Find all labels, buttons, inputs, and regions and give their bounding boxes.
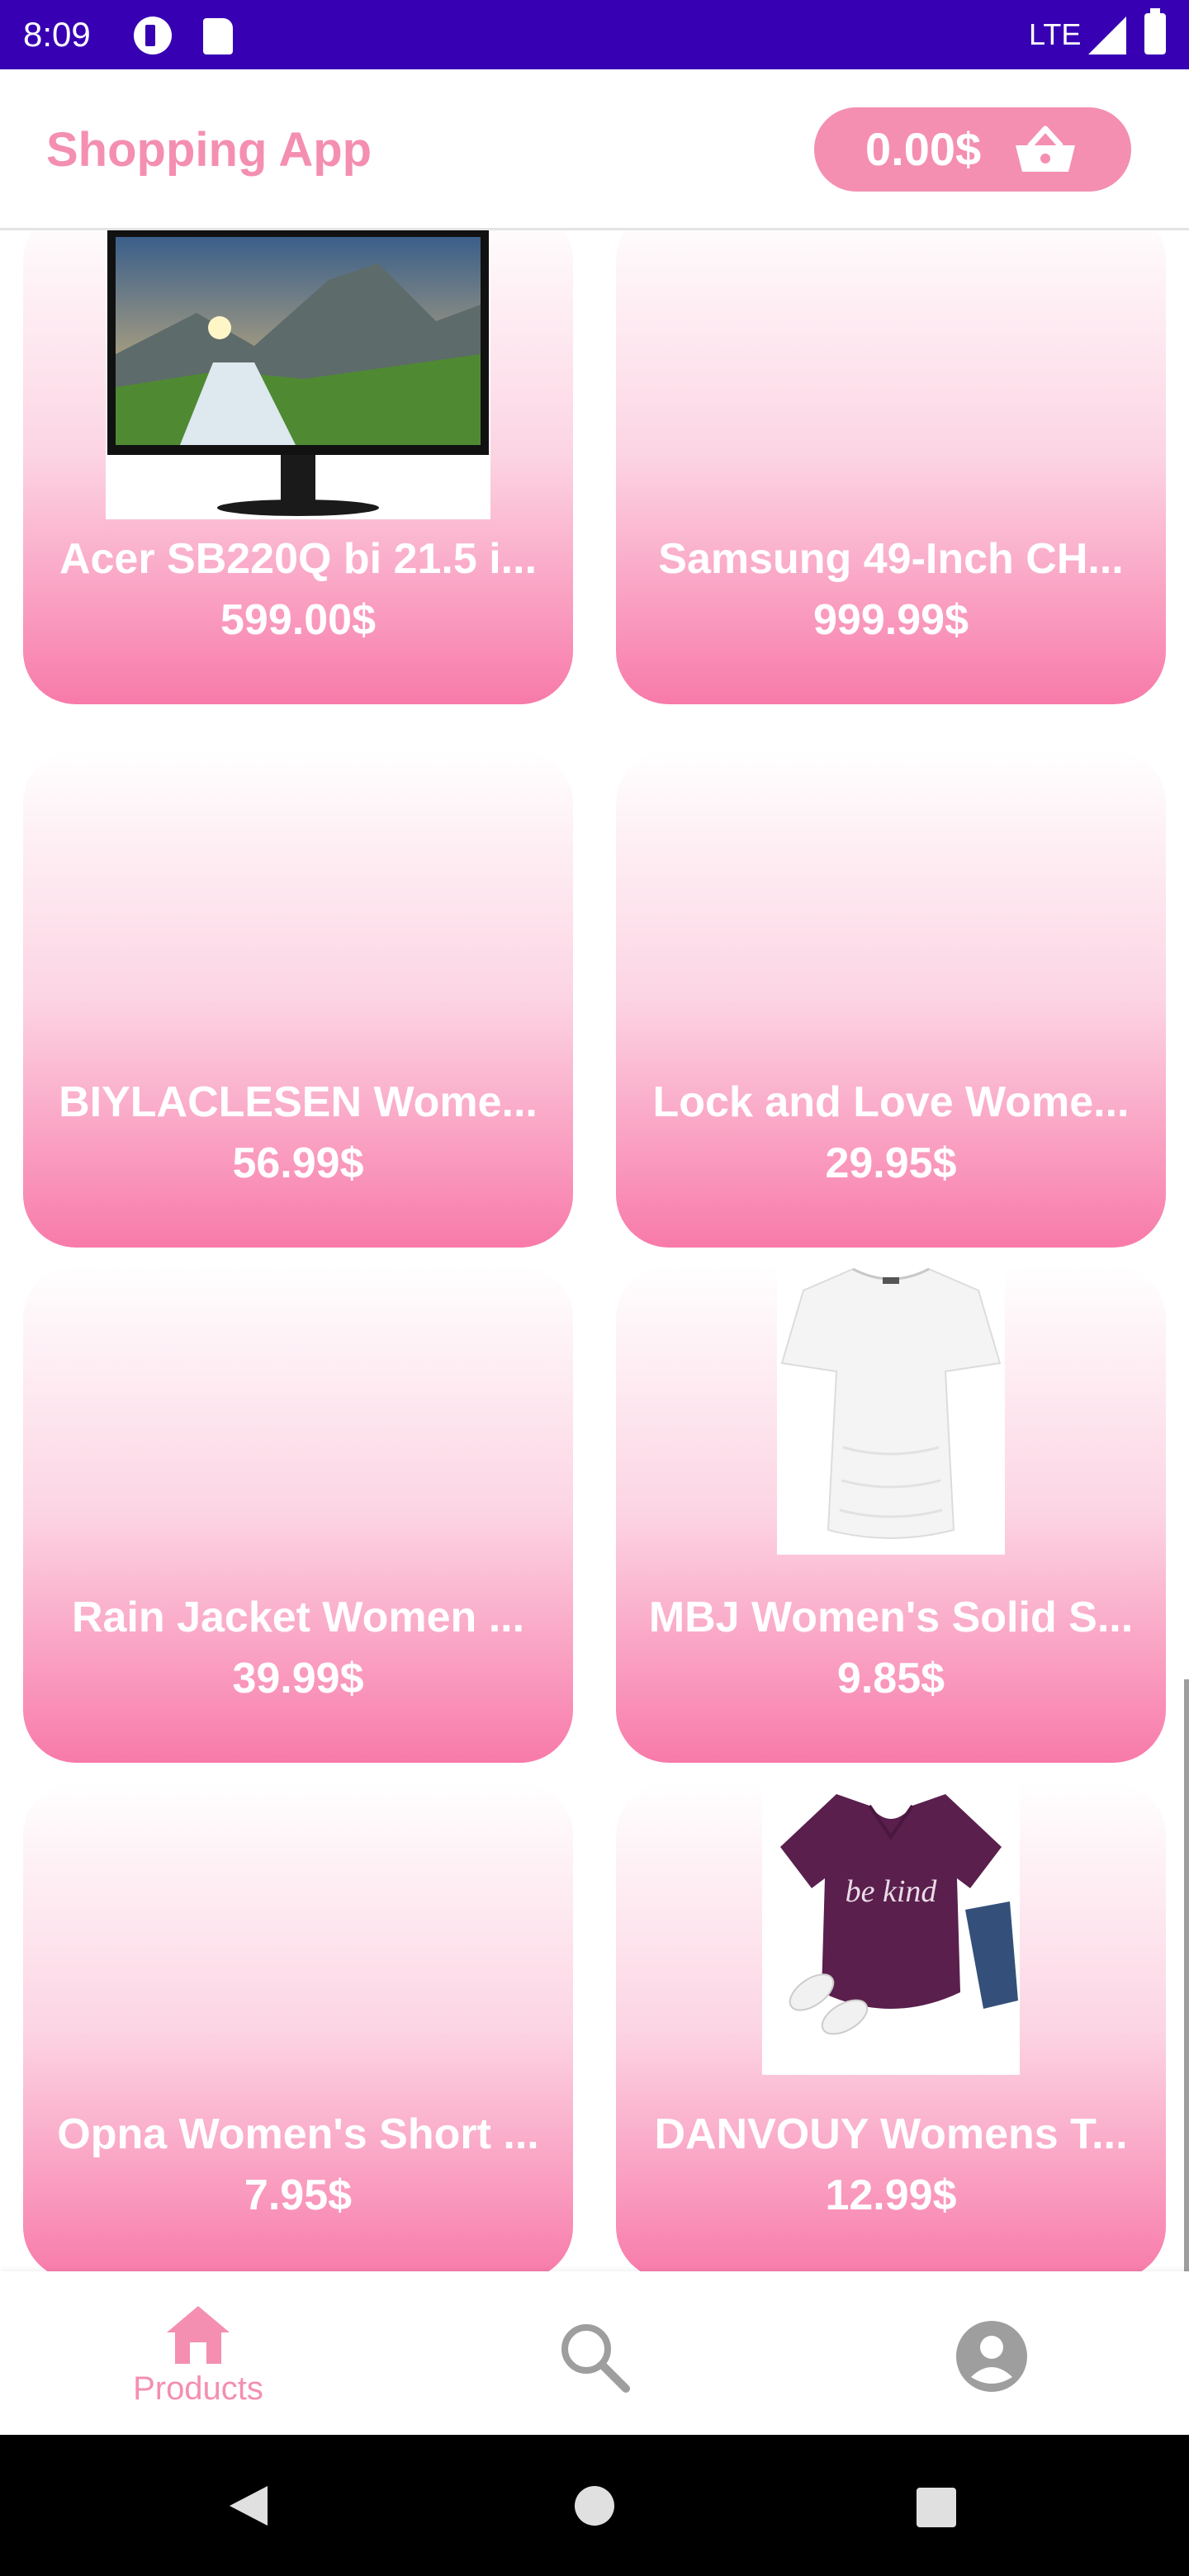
product-price: 39.99$ <box>232 1655 364 1702</box>
product-price: 56.99$ <box>232 1139 364 1187</box>
cart-button[interactable]: 0.00$ <box>814 107 1131 192</box>
product-price: 599.00$ <box>220 596 376 644</box>
status-time: 8:09 <box>23 15 91 54</box>
product-card[interactable]: Rain Jacket Women ... 39.99$ <box>23 1266 573 1763</box>
battery-icon <box>1144 8 1166 54</box>
cart-total: 0.00$ <box>865 123 982 175</box>
status-bar: 8:09 LTE <box>0 0 1189 69</box>
nav-item-account[interactable] <box>793 2271 1189 2435</box>
product-price: 29.95$ <box>825 1139 957 1187</box>
product-card[interactable]: Samsung 49-Inch CH... 999.99$ <box>616 230 1166 704</box>
scrollbar[interactable] <box>1184 1679 1189 2271</box>
monitor-image <box>106 230 490 519</box>
white-tshirt-image <box>777 1266 1005 1555</box>
product-grid[interactable]: Acer SB220Q bi 21.5 i... 599.00$ Samsung… <box>0 230 1189 2271</box>
product-name: Acer SB220Q bi 21.5 i... <box>59 535 538 583</box>
search-icon <box>561 2324 630 2393</box>
basket-icon <box>1016 125 1075 172</box>
product-card[interactable]: BIYLACLESEN Wome... 56.99$ <box>23 751 573 1248</box>
network-type: LTE <box>1029 17 1082 51</box>
product-name: Lock and Love Wome... <box>652 1078 1130 1126</box>
nav-item-products[interactable]: Products <box>0 2271 396 2435</box>
nav-label-products: Products <box>133 2370 263 2407</box>
product-price: 9.85$ <box>836 1655 945 1702</box>
product-card[interactable]: Opna Women's Short ... 7.95$ <box>23 1783 573 2271</box>
home-button-icon[interactable] <box>573 2484 616 2527</box>
app-title: Shopping App <box>46 123 372 177</box>
product-price: 7.95$ <box>244 2171 353 2219</box>
product-name: Opna Women's Short ... <box>57 2110 539 2158</box>
purple-tshirt-image: be kind <box>762 1786 1020 2075</box>
sd-card-icon <box>203 18 233 54</box>
product-name: Rain Jacket Women ... <box>71 1593 525 1641</box>
nav-item-search[interactable] <box>396 2271 793 2435</box>
bottom-navigation: Products <box>0 2271 1189 2435</box>
product-name: DANVOUY Womens T... <box>654 2110 1128 2158</box>
product-name: Samsung 49-Inch CH... <box>658 535 1124 583</box>
app-header: Shopping App 0.00$ <box>0 69 1189 230</box>
product-name: BIYLACLESEN Wome... <box>59 1078 538 1126</box>
product-card[interactable]: Acer SB220Q bi 21.5 i... 599.00$ <box>23 230 573 704</box>
back-icon[interactable] <box>225 2483 271 2529</box>
product-card[interactable]: MBJ Women's Solid S... 9.85$ <box>616 1266 1166 1763</box>
home-icon <box>167 2306 230 2364</box>
system-navigation-bar <box>0 2435 1189 2576</box>
signal-icon <box>1088 17 1126 54</box>
account-icon <box>956 2321 1027 2392</box>
recents-icon[interactable] <box>915 2486 958 2529</box>
product-name: MBJ Women's Solid S... <box>648 1593 1134 1641</box>
product-card[interactable]: be kind DANVOUY Womens T... 12.99$ <box>616 1783 1166 2271</box>
notification-icon <box>134 17 172 54</box>
product-price: 12.99$ <box>825 2171 957 2219</box>
product-card[interactable]: Lock and Love Wome... 29.95$ <box>616 751 1166 1248</box>
tshirt-print: be kind <box>846 1874 938 1909</box>
product-price: 999.99$ <box>813 596 969 644</box>
